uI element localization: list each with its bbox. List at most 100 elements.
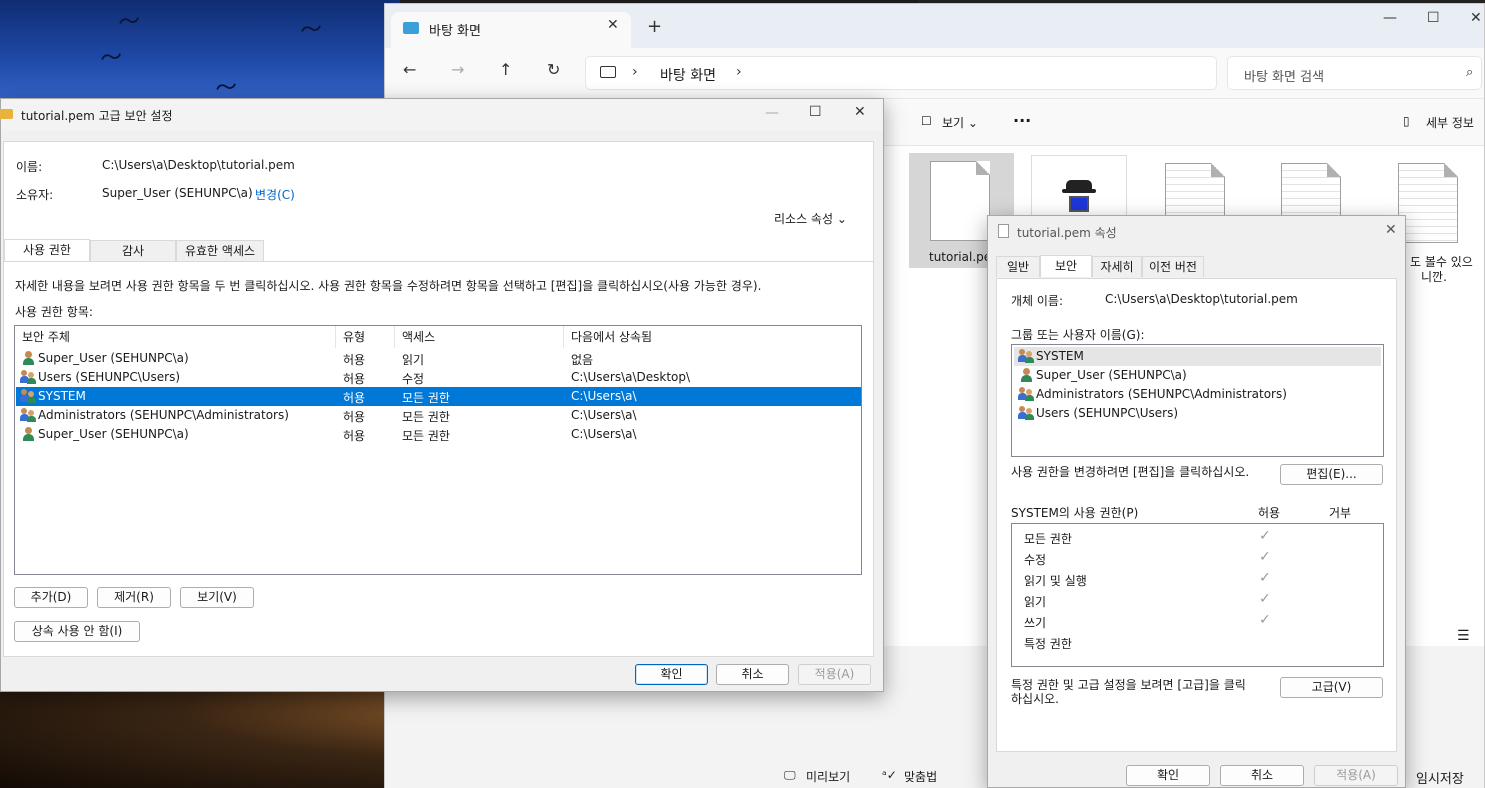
- change-owner-link[interactable]: 변경(C): [255, 186, 295, 203]
- permission-modify: 수정: [1024, 553, 1047, 567]
- table-row[interactable]: Super_User (SEHUNPC\a) 허용 읽기 없음: [16, 349, 861, 368]
- up-button[interactable]: ↑: [499, 60, 512, 79]
- cell-type: 허용: [343, 429, 366, 443]
- permission-read-execute: 읽기 및 실행: [1024, 574, 1087, 588]
- cell-type: 허용: [343, 410, 366, 424]
- ok-button[interactable]: 확인: [1126, 765, 1210, 786]
- allow-check-icon: ✓: [1259, 612, 1271, 628]
- preview-button[interactable]: 미리보기: [806, 768, 850, 785]
- temp-save-button[interactable]: 임시저장: [1416, 768, 1464, 787]
- minimize-button[interactable]: —: [765, 105, 779, 121]
- apply-button[interactable]: 적용(A): [1314, 765, 1398, 786]
- file-document-icon: [930, 161, 990, 241]
- desktop-wallpaper: 〜 〜 〜 〜: [0, 0, 400, 110]
- tab-auditing[interactable]: 감사: [90, 240, 176, 261]
- close-tab-icon[interactable]: ✕: [607, 17, 619, 33]
- details-pane-icon: ▯: [1403, 114, 1410, 128]
- table-row[interactable]: Users (SEHUNPC\Users) 허용 수정 C:\Users\a\D…: [16, 368, 861, 387]
- cell-access: 읽기: [402, 353, 425, 367]
- cancel-button[interactable]: 취소: [716, 664, 789, 685]
- text-document-icon[interactable]: [1398, 163, 1458, 243]
- ok-button[interactable]: 확인: [635, 664, 708, 685]
- cell-access: 모든 권한: [402, 410, 450, 424]
- group-icon: [20, 370, 36, 384]
- permission-read: 읽기: [1024, 595, 1047, 609]
- spellcheck-button[interactable]: 맞춤법: [904, 768, 937, 785]
- search-input[interactable]: 바탕 화면 검색 ⌕: [1227, 56, 1482, 90]
- more-options-button[interactable]: ···: [1013, 111, 1031, 130]
- file-name-partial: 니깐.: [1421, 270, 1447, 284]
- explorer-tab[interactable]: 바탕 화면 ✕: [391, 12, 631, 48]
- name-value: C:\Users\a\Desktop\tutorial.pem: [102, 158, 295, 172]
- forward-button[interactable]: →: [451, 60, 464, 79]
- groups-listbox[interactable]: SYSTEM Super_User (SEHUNPC\a) Administra…: [1011, 344, 1384, 457]
- close-dialog-button[interactable]: ✕: [1385, 222, 1397, 238]
- address-bar[interactable]: › 바탕 화면 ›: [585, 56, 1217, 90]
- view-icon: ☐: [921, 114, 932, 128]
- chevron-right-icon[interactable]: ›: [736, 64, 742, 80]
- add-button[interactable]: 추가(D): [14, 587, 88, 608]
- edit-button[interactable]: 편집(E)...: [1280, 464, 1383, 485]
- apply-button[interactable]: 적용(A): [798, 664, 871, 685]
- disable-inheritance-button[interactable]: 상속 사용 안 함(I): [14, 621, 140, 642]
- preview-icon: 🖵: [784, 768, 796, 782]
- advanced-dialog-body: 이름: C:\Users\a\Desktop\tutorial.pem 소유자:…: [3, 141, 874, 657]
- permission-entries-label: 사용 권한 항목:: [15, 305, 93, 319]
- table-row[interactable]: Administrators (SEHUNPC\Administrators) …: [16, 406, 861, 425]
- close-dialog-button[interactable]: ✕: [854, 104, 866, 120]
- view-menu-button[interactable]: 보기 ⌄: [942, 114, 978, 131]
- cell-principal: Super_User (SEHUNPC\a): [38, 427, 189, 441]
- cell-access: 수정: [402, 372, 425, 386]
- cell-access: 모든 권한: [402, 391, 450, 405]
- file-properties-dialog: tutorial.pem 속성 ✕ 일반 보안 자세히 이전 버전 개체 이름:…: [987, 215, 1406, 788]
- list-item-label: Administrators (SEHUNPC\Administrators): [1036, 387, 1287, 401]
- permissions-list[interactable]: 모든 권한 ✓ 수정 ✓ 읽기 및 실행 ✓ 읽기 ✓ 쓰기 ✓ 특정 권한: [1011, 523, 1384, 667]
- column-header-principal[interactable]: 보안 주체: [15, 326, 336, 348]
- column-header-inherited[interactable]: 다음에서 상속됨: [564, 326, 861, 348]
- allow-header: 허용: [1258, 506, 1281, 520]
- dialog-title-bar: tutorial.pem 고급 보안 설정 — ☐ ✕: [0, 99, 883, 131]
- view-button[interactable]: 보기(V): [180, 587, 254, 608]
- close-window-button[interactable]: ✕: [1470, 10, 1482, 26]
- column-header-type[interactable]: 유형: [336, 326, 395, 348]
- list-item[interactable]: Users (SEHUNPC\Users): [1014, 404, 1381, 423]
- owner-value: Super_User (SEHUNPC\a): [102, 186, 253, 200]
- list-view-icon[interactable]: ☰: [1457, 628, 1470, 644]
- tab-effective-access[interactable]: 유효한 액세스: [176, 240, 264, 261]
- list-item[interactable]: Administrators (SEHUNPC\Administrators): [1014, 385, 1381, 404]
- permission-entries-table[interactable]: 보안 주체 유형 액세스 다음에서 상속됨 Super_User (SEHUNP…: [14, 325, 862, 575]
- remove-button[interactable]: 제거(R): [97, 587, 171, 608]
- refresh-button[interactable]: ↻: [547, 60, 560, 79]
- maximize-button[interactable]: ☐: [809, 104, 822, 120]
- group-icon: [1018, 406, 1034, 420]
- advanced-button[interactable]: 고급(V): [1280, 677, 1383, 698]
- tab-previous-versions[interactable]: 이전 버전: [1142, 256, 1204, 277]
- details-pane-button[interactable]: 세부 정보: [1426, 114, 1474, 131]
- resource-properties-toggle[interactable]: 리소스 속성 ⌄: [774, 210, 847, 227]
- security-tab-panel: 개체 이름: C:\Users\a\Desktop\tutorial.pem 그…: [996, 278, 1397, 752]
- cell-inherited: 없음: [571, 353, 594, 367]
- breadcrumb-desktop[interactable]: 바탕 화면: [660, 65, 716, 85]
- list-item-selected[interactable]: SYSTEM: [1014, 347, 1381, 366]
- table-row-selected[interactable]: SYSTEM 허용 모든 권한 C:\Users\a\: [16, 387, 861, 406]
- table-row[interactable]: Super_User (SEHUNPC\a) 허용 모든 권한 C:\Users…: [16, 425, 861, 444]
- maximize-button[interactable]: ☐: [1427, 10, 1440, 26]
- tab-security[interactable]: 보안: [1040, 255, 1092, 277]
- column-header-access[interactable]: 액세스: [395, 326, 564, 348]
- permission-full-control: 모든 권한: [1024, 532, 1072, 546]
- back-button[interactable]: ←: [403, 60, 416, 79]
- tab-details[interactable]: 자세히: [1092, 256, 1142, 277]
- cancel-button[interactable]: 취소: [1220, 765, 1304, 786]
- instruction-text: 자세한 내용을 보려면 사용 권한 항목을 두 번 클릭하십시오. 사용 권한 …: [15, 279, 762, 293]
- bird-icon: 〜: [298, 16, 325, 45]
- cell-inherited: C:\Users\a\: [571, 389, 637, 403]
- list-item[interactable]: Super_User (SEHUNPC\a): [1014, 366, 1381, 385]
- new-tab-button[interactable]: +: [647, 16, 662, 37]
- name-label: 이름:: [16, 160, 43, 174]
- minimize-button[interactable]: —: [1383, 10, 1397, 26]
- dialog-title: tutorial.pem 속성: [1017, 226, 1117, 240]
- cell-inherited: C:\Users\a\: [571, 427, 637, 441]
- tab-permissions[interactable]: 사용 권한: [4, 239, 90, 261]
- tab-general[interactable]: 일반: [996, 256, 1040, 277]
- list-item-label: Super_User (SEHUNPC\a): [1036, 368, 1187, 382]
